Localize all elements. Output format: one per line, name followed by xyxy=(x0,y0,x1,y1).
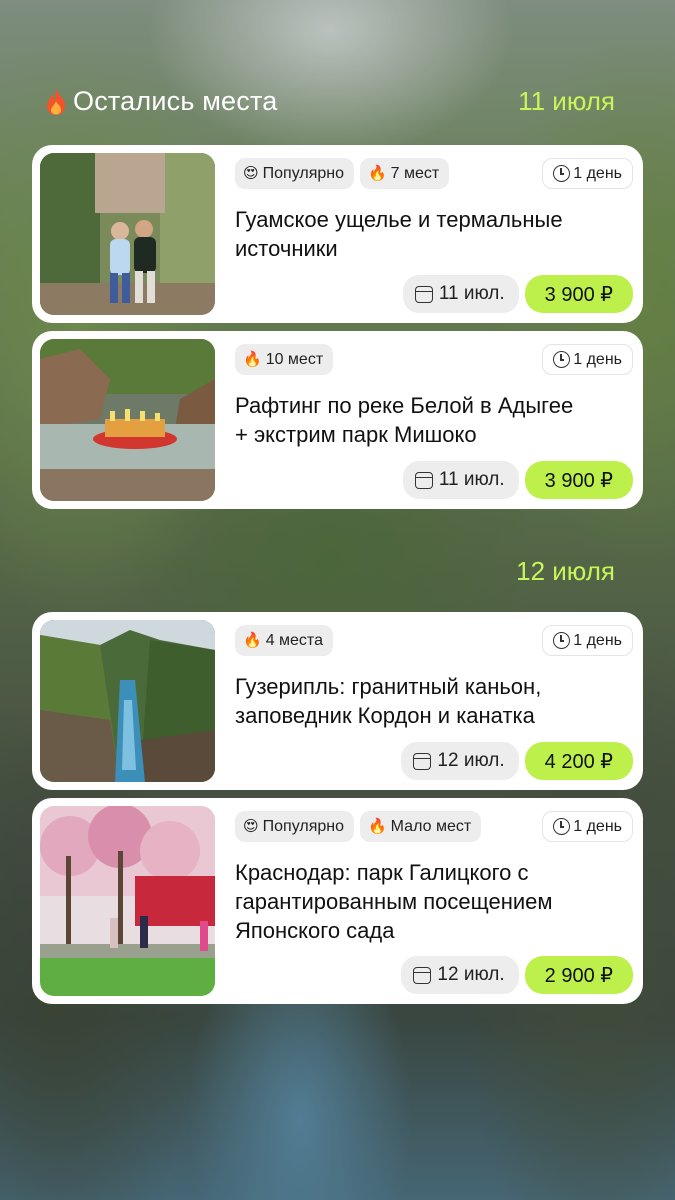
tour-date[interactable]: 11 июл. xyxy=(402,275,519,313)
section-header-2: 12 июля xyxy=(45,556,615,587)
tour-title[interactable]: Рафтинг по реке Белой в Адыгее + экстрим… xyxy=(235,391,633,449)
duration-badge: 1 день xyxy=(542,344,633,375)
fire-icon: 🔥 xyxy=(243,351,262,368)
tour-card[interactable]: 🔥 10 мест 1 день Рафтинг по реке Белой в … xyxy=(32,331,643,509)
clock-icon xyxy=(553,632,571,649)
calendar-icon xyxy=(414,285,433,303)
tour-title[interactable]: Краснодар: парк Галицкого с гарантирован… xyxy=(235,858,633,945)
seats-badge: 🔥 Мало мест xyxy=(359,811,482,842)
seats-badge: 🔥 4 места xyxy=(235,625,333,656)
calendar-icon xyxy=(413,966,432,984)
tour-date[interactable]: 12 июл. xyxy=(401,742,519,780)
tour-date[interactable]: 11 июл. xyxy=(402,461,519,499)
price-button[interactable]: 3 900 ₽ xyxy=(524,275,633,313)
heart-eyes-icon: 😍 xyxy=(243,165,259,182)
tour-date[interactable]: 12 июл. xyxy=(401,956,519,994)
popular-badge: 😍 Популярно xyxy=(235,811,354,842)
tour-photo xyxy=(40,620,215,782)
tour-card[interactable]: 🔥 4 места 1 день Гузерипль: гранитный кан… xyxy=(32,612,643,790)
fire-icon: 🔥 xyxy=(367,818,387,835)
section-header-1: Остались места 11 июля xyxy=(45,86,615,117)
clock-icon xyxy=(553,165,571,182)
section-date: 12 июля xyxy=(516,556,615,586)
clock-icon xyxy=(553,818,571,835)
tour-card[interactable]: 😍 Популярно 🔥 7 мест 1 день Гуамское ущель… xyxy=(32,145,643,323)
calendar-icon xyxy=(413,752,432,770)
duration-badge: 1 день xyxy=(542,158,633,189)
tour-photo xyxy=(40,339,215,501)
tour-title[interactable]: Гузерипль: гранитный каньон, заповедник … xyxy=(235,672,633,730)
seats-badge: 🔥 10 мест xyxy=(235,344,334,375)
section-date: 11 июля xyxy=(518,86,615,116)
heart-eyes-icon: 😍 xyxy=(243,818,259,835)
tour-photo xyxy=(40,806,215,996)
clock-icon xyxy=(553,351,571,368)
tour-card[interactable]: 😍 Популярно 🔥 Мало мест 1 день Краснодар: … xyxy=(32,798,643,1004)
calendar-icon xyxy=(414,471,433,489)
popular-badge: 😍 Популярно xyxy=(235,158,354,189)
fire-icon: 🔥 xyxy=(367,165,387,182)
price-button[interactable]: 4 200 ₽ xyxy=(524,742,633,780)
tour-photo xyxy=(40,153,215,315)
tour-title[interactable]: Гуамское ущелье и термальные источники xyxy=(235,205,633,263)
seats-badge: 🔥 7 мест xyxy=(359,158,450,189)
price-button[interactable]: 3 900 ₽ xyxy=(524,461,633,499)
price-button[interactable]: 2 900 ₽ xyxy=(524,956,633,994)
duration-badge: 1 день xyxy=(542,625,633,656)
fire-icon: 🔥 xyxy=(243,632,262,649)
duration-badge: 1 день xyxy=(542,811,633,842)
fire-icon xyxy=(45,88,67,116)
section-title: Остались места xyxy=(73,86,278,116)
